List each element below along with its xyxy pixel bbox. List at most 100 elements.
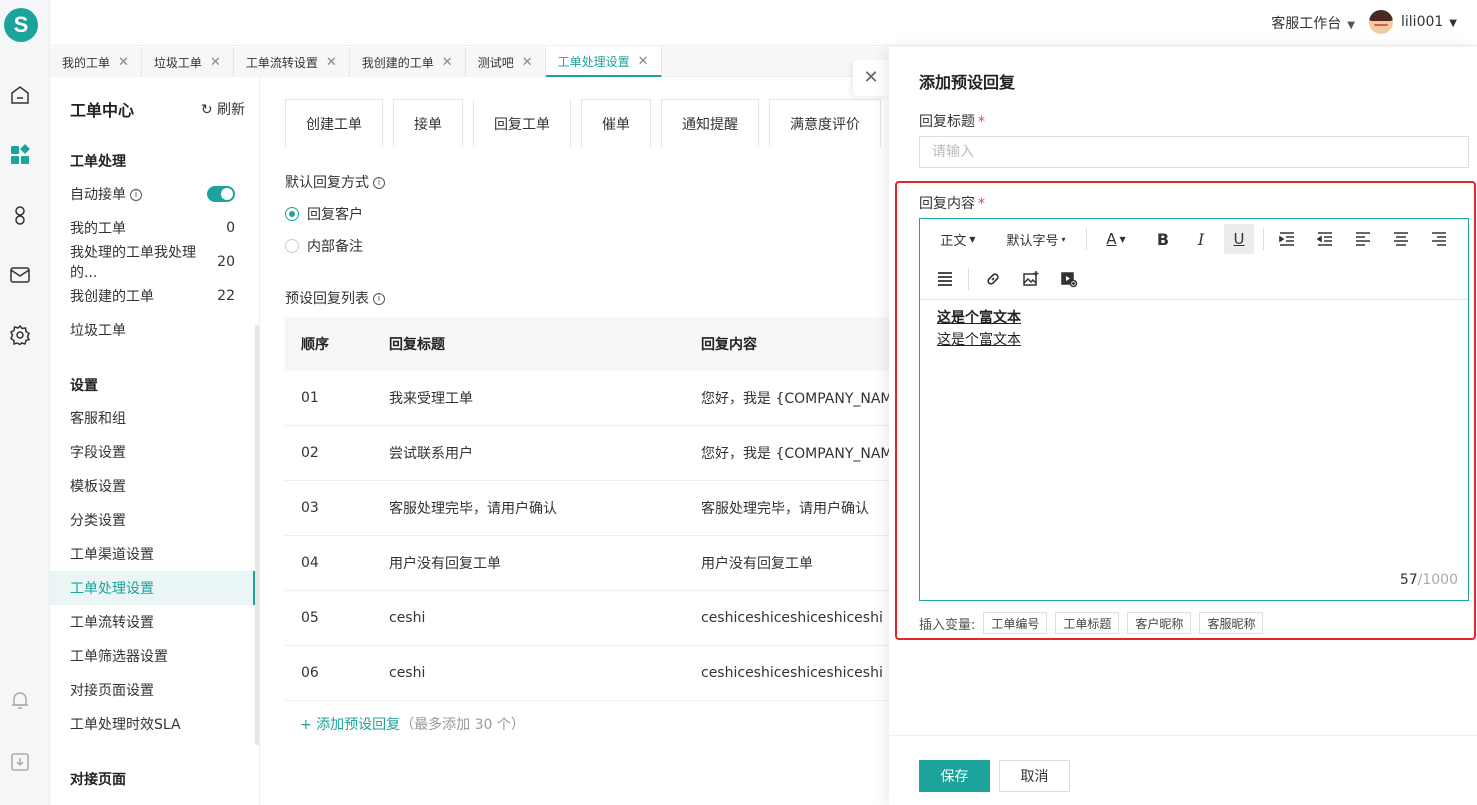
caret-down-icon: ▼ xyxy=(1119,234,1126,244)
outdent-button[interactable] xyxy=(1310,224,1340,254)
align-left-icon xyxy=(1356,232,1370,246)
link-button[interactable] xyxy=(978,264,1008,294)
info-icon[interactable]: i xyxy=(373,177,385,189)
italic-button[interactable]: I xyxy=(1186,224,1216,254)
toolbar-divider xyxy=(1263,228,1264,250)
close-icon[interactable]: ✕ xyxy=(118,55,129,70)
subtab-reply[interactable]: 回复工单 xyxy=(473,99,571,147)
home-icon[interactable] xyxy=(9,84,31,106)
sidebar-item-label: 我创建的工单 xyxy=(70,289,154,305)
table-row[interactable]: 02 尝试联系用户 您好，我是 {COMPANY_NAME} xyxy=(285,426,890,481)
mail-icon[interactable] xyxy=(9,264,31,286)
paragraph-format-label: 正文 xyxy=(940,233,967,249)
sidebar-item-sla[interactable]: 工单处理时效SLA xyxy=(50,707,255,741)
editor-content[interactable]: 这是个富文本 这是个富文本 xyxy=(937,307,1021,351)
sidebar-item-trash[interactable]: 垃圾工单 xyxy=(50,313,255,347)
vars-label: 插入变量: xyxy=(919,617,976,633)
subtab-urge[interactable]: 催单 xyxy=(581,99,651,147)
gear-icon[interactable] xyxy=(9,324,31,346)
sidebar-item-handled[interactable]: 我处理的工单我处理的... 20 xyxy=(50,245,255,281)
tab-test[interactable]: 测试吧 ✕ xyxy=(465,47,546,77)
tab-label: 我的工单 xyxy=(62,55,111,70)
radio-internal-note[interactable]: 内部备注 xyxy=(285,236,363,256)
default-reply-label: 默认回复方式 i xyxy=(285,172,385,192)
add-preset-reply-link[interactable]: + 添加预设回复（最多添加 30 个） xyxy=(300,714,525,734)
font-color-button[interactable]: A ▼ xyxy=(1098,224,1134,254)
indent-button[interactable] xyxy=(1272,224,1302,254)
paragraph-format-select[interactable]: 正文 ▼ xyxy=(930,224,986,254)
sidebar-item-flow-settings[interactable]: 工单流转设置 xyxy=(50,605,255,639)
sidebar-item-created[interactable]: 我创建的工单 22 xyxy=(50,279,255,313)
workspace-switcher[interactable]: 客服工作台 ▼ xyxy=(1271,13,1355,33)
underline-button[interactable]: U xyxy=(1224,224,1254,254)
sidebar-item-filter-settings[interactable]: 工单筛选器设置 xyxy=(50,639,255,673)
close-icon[interactable]: ✕ xyxy=(442,55,453,70)
sidebar-item-channel-settings[interactable]: 工单渠道设置 xyxy=(50,537,255,571)
tab-trash[interactable]: 垃圾工单 ✕ xyxy=(141,47,234,77)
section-ticket-process: 工单处理 xyxy=(70,154,126,170)
download-icon[interactable] xyxy=(9,751,31,773)
justify-button[interactable] xyxy=(930,264,960,294)
subtab-satisfaction[interactable]: 满意度评价 xyxy=(769,99,881,147)
rich-text-editor[interactable]: 正文 ▼ 默认字号 ▾ A ▼ B I U 这是个富文本 这是个富文本 57/1… xyxy=(919,218,1469,601)
cancel-button[interactable]: 取消 xyxy=(999,760,1070,792)
subtab-accept[interactable]: 接单 xyxy=(393,99,463,147)
align-right-button[interactable] xyxy=(1424,224,1454,254)
radio-reply-customer[interactable]: 回复客户 xyxy=(285,204,363,224)
tab-process-settings[interactable]: 工单处理设置 ✕ xyxy=(545,47,662,77)
tab-my-tickets[interactable]: 我的工单 ✕ xyxy=(50,47,142,77)
table-row[interactable]: 04 用户没有回复工单 用户没有回复工单 xyxy=(285,536,890,591)
table-row[interactable]: 01 我来受理工单 您好，我是 {COMPANY_NAME} xyxy=(285,371,890,426)
subtab-notify[interactable]: 通知提醒 xyxy=(661,99,759,147)
apps-icon[interactable] xyxy=(9,144,31,166)
insert-video-button[interactable] xyxy=(1054,264,1084,294)
close-icon[interactable]: ✕ xyxy=(210,55,221,70)
add-preset-reply-drawer: 添加预设回复 回复标题* 回复内容* 正文▼ 默认字号▾ A▼ B I U xyxy=(889,47,1477,805)
bold-button[interactable]: B xyxy=(1148,224,1178,254)
italic-icon: I xyxy=(1197,229,1205,249)
var-chip-customer-nick[interactable]: 客户昵称 xyxy=(1127,612,1192,634)
app-logo[interactable]: S xyxy=(4,8,38,42)
table-row[interactable]: 06 ceshi ceshiceshiceshiceshiceshi xyxy=(285,646,890,701)
sidebar-title: 工单中心 xyxy=(70,101,135,120)
sidebar-scrollbar[interactable] xyxy=(255,325,259,745)
sidebar-item-dock-page-settings[interactable]: 对接页面设置 xyxy=(50,673,255,707)
sidebar-item-my-tickets[interactable]: 我的工单 0 xyxy=(50,211,255,245)
tab-flow-settings[interactable]: 工单流转设置 ✕ xyxy=(233,47,350,77)
sidebar-item-agents-groups[interactable]: 客服和组 xyxy=(50,401,255,435)
table-row[interactable]: 03 客服处理完毕，请用户确认 客服处理完毕，请用户确认 xyxy=(285,481,890,536)
align-center-button[interactable] xyxy=(1386,224,1416,254)
toolbar-divider xyxy=(1086,228,1087,250)
insert-image-button[interactable] xyxy=(1016,264,1046,294)
save-button[interactable]: 保存 xyxy=(919,760,990,792)
sidebar-item-process-settings[interactable]: 工单处理设置 xyxy=(50,571,255,605)
users-icon[interactable] xyxy=(9,204,31,226)
sidebar-item-label: 我处理的工单我处理的... xyxy=(70,245,196,281)
sidebar-item-category-settings[interactable]: 分类设置 xyxy=(50,503,255,537)
insert-variables: 插入变量: 工单编号 工单标题 客户昵称 客服昵称 xyxy=(919,612,1264,634)
var-chip-ticket-id[interactable]: 工单编号 xyxy=(983,612,1048,634)
var-chip-ticket-title[interactable]: 工单标题 xyxy=(1055,612,1120,634)
info-icon[interactable]: i xyxy=(130,189,142,201)
var-chip-agent-nick[interactable]: 客服昵称 xyxy=(1199,612,1264,634)
cell-title: 尝试联系用户 xyxy=(389,446,473,462)
align-left-button[interactable] xyxy=(1348,224,1378,254)
tab-created-tickets[interactable]: 我创建的工单 ✕ xyxy=(349,47,466,77)
auto-accept-toggle[interactable] xyxy=(207,186,235,202)
refresh-button[interactable]: ↻ 刷新 xyxy=(201,99,245,119)
drawer-close-button[interactable]: ✕ xyxy=(853,60,889,96)
close-icon[interactable]: ✕ xyxy=(522,55,533,70)
user-menu[interactable]: lili001 ▼ xyxy=(1369,10,1457,34)
close-icon[interactable]: ✕ xyxy=(326,55,337,70)
font-size-select[interactable]: 默认字号 ▾ xyxy=(996,224,1076,254)
add-limit-hint: （最多添加 30 个） xyxy=(400,717,525,733)
bell-icon[interactable] xyxy=(9,689,31,711)
table-row[interactable]: 05 ceshi ceshiceshiceshiceshiceshi xyxy=(285,591,890,646)
close-icon[interactable]: ✕ xyxy=(638,54,649,69)
reply-title-input[interactable] xyxy=(919,136,1469,168)
info-icon[interactable]: i xyxy=(373,293,385,305)
sidebar-item-field-settings[interactable]: 字段设置 xyxy=(50,435,255,469)
subtab-create[interactable]: 创建工单 xyxy=(285,99,383,147)
sidebar-item-template-settings[interactable]: 模板设置 xyxy=(50,469,255,503)
section-dock-page: 对接页面 xyxy=(70,772,126,788)
